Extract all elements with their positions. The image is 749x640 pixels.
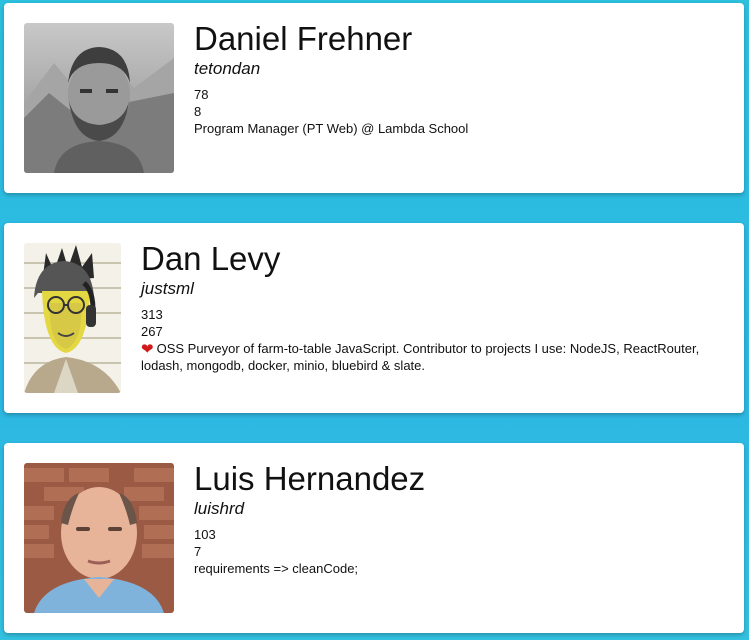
user-bio: requirements => cleanCode; xyxy=(194,561,359,576)
avatar xyxy=(24,243,121,393)
followers-count: 78 xyxy=(194,87,209,102)
followers-count: 103 xyxy=(194,527,216,542)
user-info: Daniel Frehner tetondan 78 8 Program Man… xyxy=(194,19,734,137)
following-count: 7 xyxy=(194,544,202,559)
user-info: Dan Levy justsml 313 267 ❤ OSS Purveyor o… xyxy=(141,239,734,374)
user-bio: ❤ OSS Purveyor of farm-to-table JavaScrip… xyxy=(141,340,734,374)
user-name: Dan Levy xyxy=(141,240,281,277)
user-login: justsml xyxy=(141,279,194,298)
following-count: 8 xyxy=(194,104,202,119)
user-card: Dan Levy justsml 313 267 ❤ OSS Purveyor o… xyxy=(4,223,744,413)
user-name: Luis Hernandez xyxy=(194,460,426,497)
user-info: Luis Hernandez luishrd 103 7 requirement… xyxy=(194,459,734,577)
user-login: tetondan xyxy=(194,59,261,78)
user-name: Daniel Frehner xyxy=(194,20,413,57)
user-bio-text: OSS Purveyor of farm-to-table JavaScript… xyxy=(141,341,700,373)
followers-count: 313 xyxy=(141,307,163,322)
user-card: Daniel Frehner tetondan 78 8 Program Man… xyxy=(4,3,744,193)
user-login: luishrd xyxy=(194,499,245,518)
avatar xyxy=(24,463,174,613)
heart-icon: ❤ xyxy=(141,341,154,358)
following-count: 267 xyxy=(141,324,163,339)
avatar xyxy=(24,23,174,173)
user-card: Luis Hernandez luishrd 103 7 requirement… xyxy=(4,443,744,633)
user-bio: Program Manager (PT Web) @ Lambda School xyxy=(194,121,469,136)
